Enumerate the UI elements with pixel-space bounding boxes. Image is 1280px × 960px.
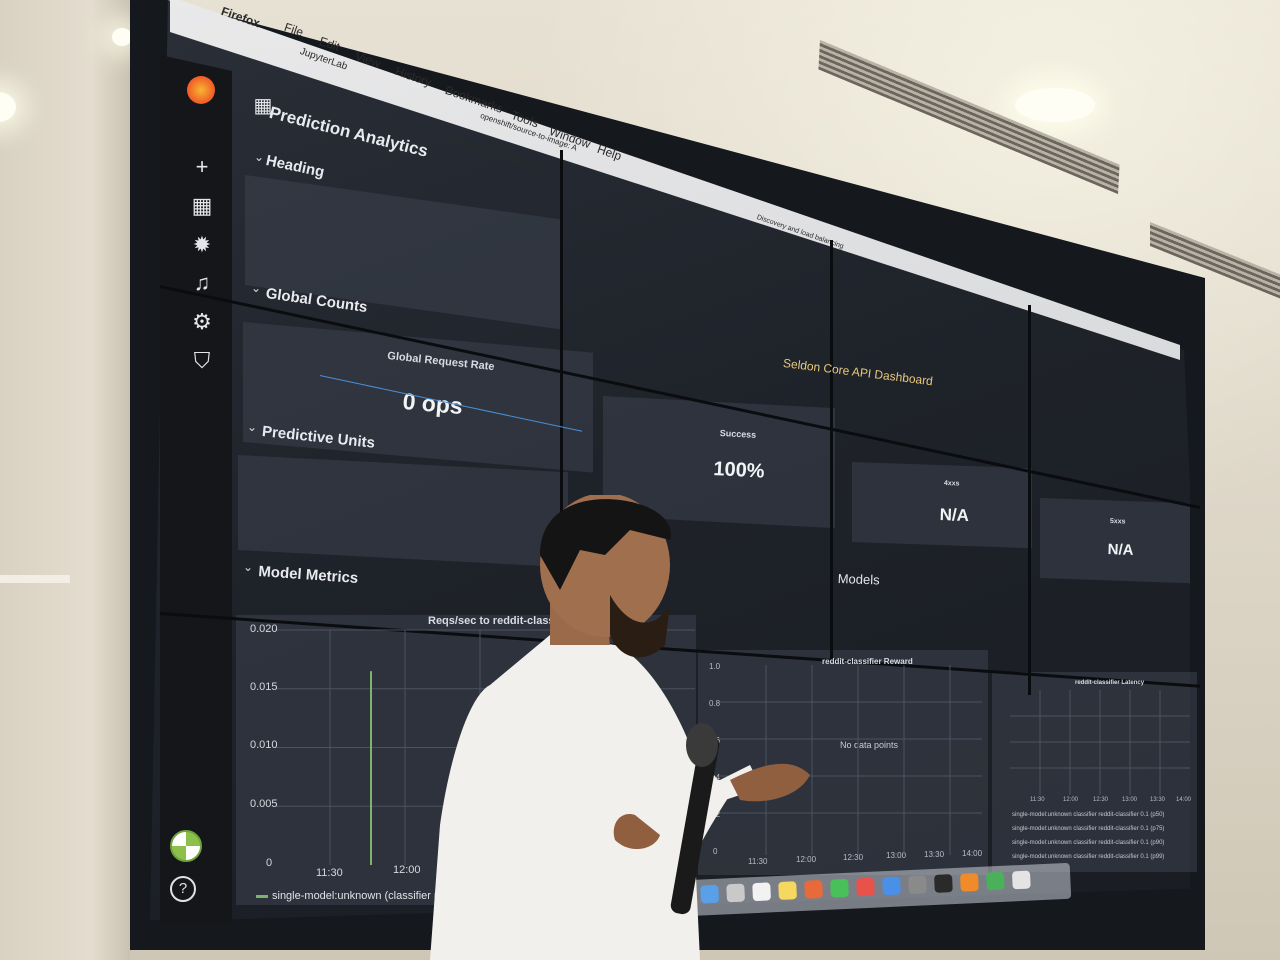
4xx-title: 4xxs (943, 480, 960, 488)
x-tick-label: 14:00 (1176, 797, 1192, 803)
5xx-value: N/A (1107, 541, 1134, 559)
avatar[interactable] (170, 830, 202, 862)
screen-seam (1028, 305, 1031, 695)
music-icon[interactable] (856, 877, 875, 897)
dashboards-icon[interactable]: ▦ (187, 195, 217, 217)
gear-icon[interactable]: ⚙ (187, 311, 217, 333)
latency-legend-item[interactable]: single-model:unknown classifier reddit-c… (1012, 854, 1164, 860)
success-title: Success (719, 428, 757, 440)
help-icon[interactable]: ? (170, 876, 196, 902)
y-tick-label: 0 (266, 857, 273, 869)
latency-legend-item[interactable]: single-model:unknown classifier reddit-c… (1012, 840, 1164, 846)
chevron-down-icon[interactable]: ⌄ (251, 281, 261, 295)
chevron-down-icon[interactable]: ⌄ (243, 560, 253, 574)
5xx-title: 5xxs (1109, 518, 1126, 526)
trash-icon[interactable] (1011, 870, 1031, 890)
y-tick-label: 0.015 (250, 681, 278, 693)
latency-graph-title: reddit-classifier Latency (1075, 680, 1145, 686)
x-tick-label: 12:30 (1093, 797, 1109, 803)
legend-swatch (256, 894, 268, 898)
y-tick-label: 0.005 (250, 798, 278, 810)
messages-icon[interactable] (830, 878, 849, 898)
chrome-icon[interactable] (985, 871, 1005, 891)
settings-icon[interactable] (908, 875, 927, 895)
shield-icon[interactable]: ⛉ (187, 350, 217, 372)
x-tick-label: 11:30 (1030, 797, 1045, 803)
explore-icon[interactable]: ✹ (187, 234, 217, 256)
grafana-logo-icon[interactable] (187, 76, 215, 104)
grafana-sidebar (160, 55, 232, 925)
plus-icon[interactable]: + (187, 156, 217, 178)
appstore-icon[interactable] (882, 876, 901, 896)
firefox-icon[interactable] (959, 872, 979, 892)
ceiling-light (1015, 88, 1095, 122)
4xx-value: N/A (939, 505, 970, 526)
x-tick-label: 13:00 (1122, 797, 1138, 803)
y-tick-label: 0.010 (250, 739, 278, 751)
chevron-down-icon[interactable]: ⌄ (254, 150, 264, 164)
bell-icon[interactable]: ♫ (187, 272, 217, 294)
latency-grid (1010, 690, 1190, 795)
x-tick-label: 11:30 (316, 867, 343, 879)
models-row-title: Models (837, 571, 880, 588)
x-tick-label: 12:00 (393, 864, 421, 876)
x-tick-label: 12:00 (1063, 797, 1079, 803)
chevron-down-icon[interactable]: ⌄ (247, 420, 257, 434)
dashboard-grid-icon: ▦ (253, 95, 273, 117)
ceiling-light (112, 28, 132, 46)
screen-seam (830, 240, 833, 660)
success-value: 100% (712, 458, 766, 483)
latency-legend-item[interactable]: single-model:unknown classifier reddit-c… (1012, 826, 1164, 832)
latency-legend-item[interactable]: single-model:unknown classifier reddit-c… (1012, 812, 1164, 818)
presenter (430, 495, 810, 960)
x-tick-label: 13:30 (1150, 797, 1166, 803)
terminal-icon[interactable] (934, 874, 953, 893)
y-tick-label: 0.020 (250, 623, 278, 635)
microphone-head-icon (686, 723, 718, 767)
